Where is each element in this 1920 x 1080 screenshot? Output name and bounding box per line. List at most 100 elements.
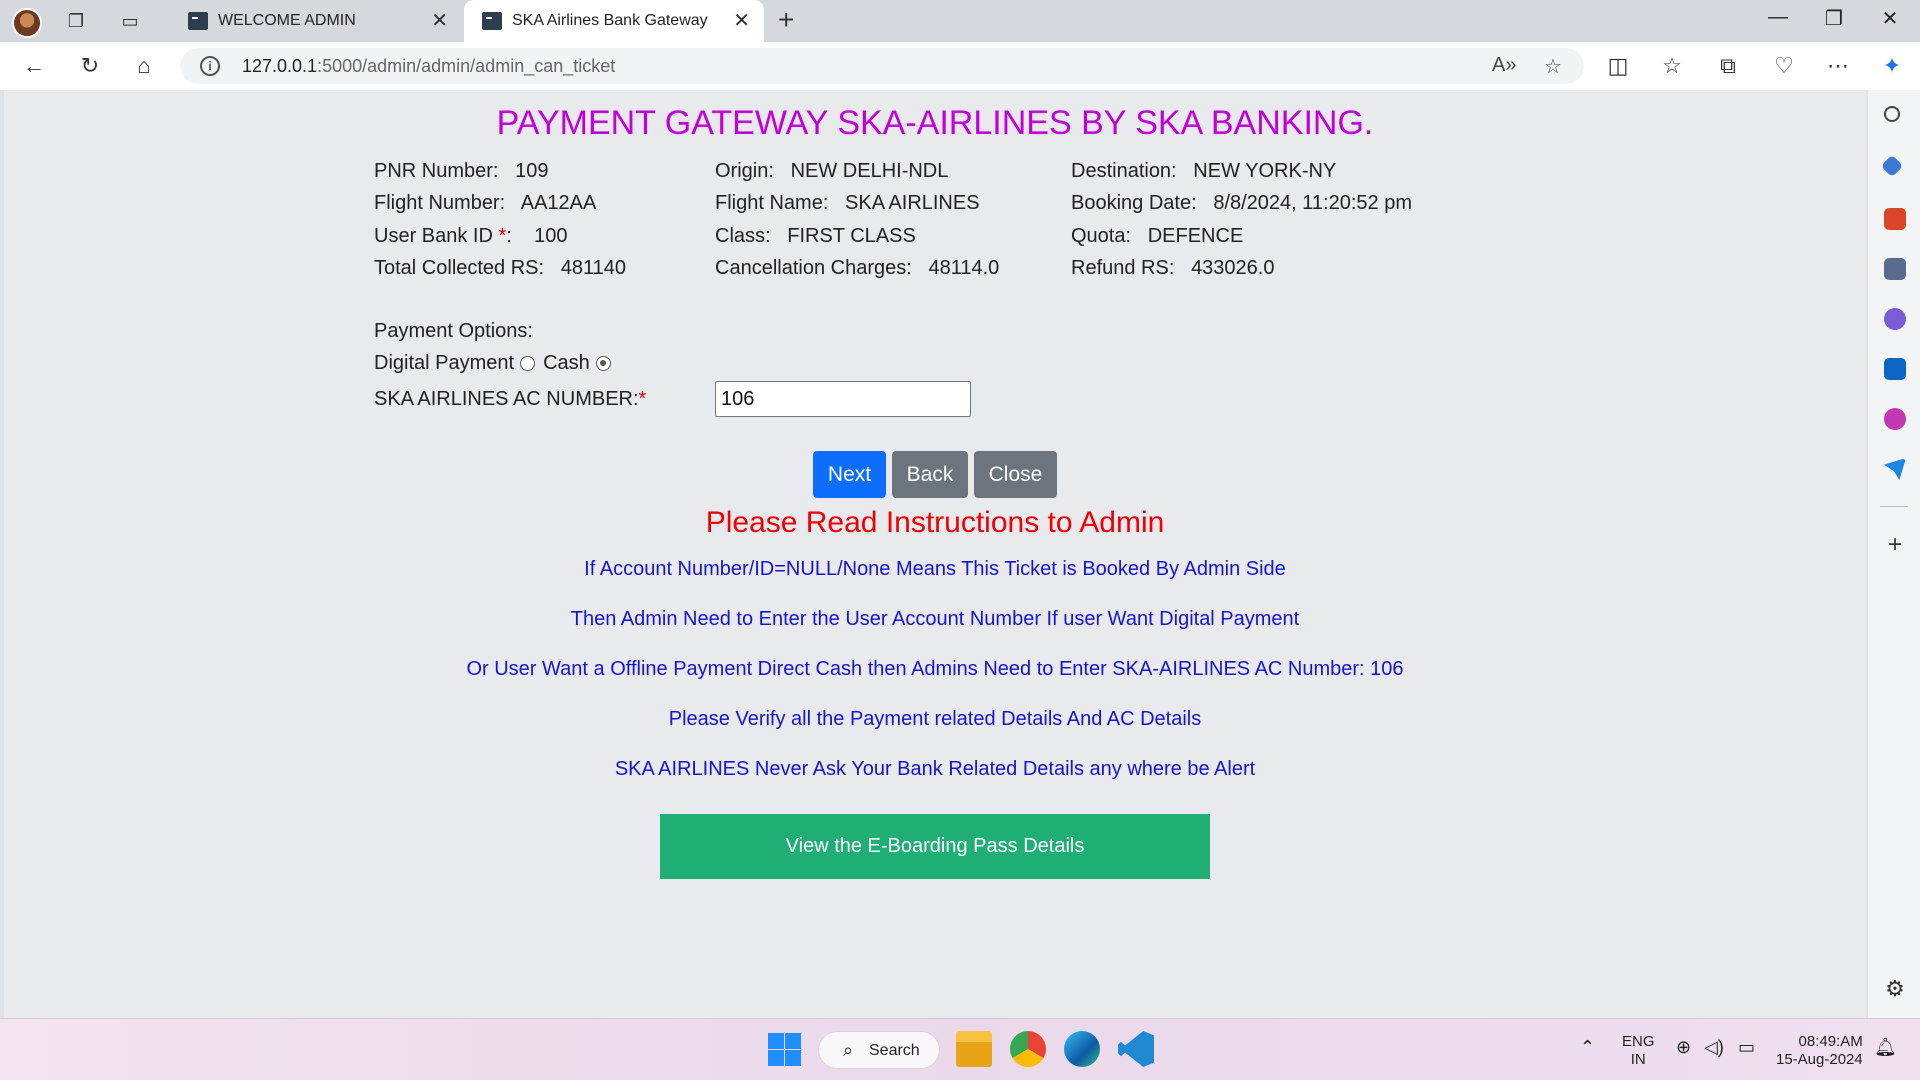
payment-options-group: Digital Payment Cash — [374, 352, 619, 375]
instruction-line: Or User Want a Offline Payment Direct Ca… — [466, 658, 1404, 680]
refund-value: 433026.0 — [1191, 257, 1275, 279]
payment-gateway-page: PAYMENT GATEWAY SKA-AIRLINES BY SKA BANK… — [4, 90, 1866, 1018]
collections-icon[interactable]: ⧉ — [1712, 50, 1744, 82]
terminal-favicon-icon — [188, 12, 208, 30]
read-aloud-icon[interactable]: A» — [1492, 54, 1516, 77]
favorites-icon[interactable]: ☆ — [1656, 50, 1688, 82]
search-icon: ⌕ — [843, 1040, 854, 1060]
instruction-line: SKA AIRLINES Never Ask Your Bank Related… — [614, 758, 1256, 780]
notification-bell-icon[interactable]: 🔔︎ — [1874, 1037, 1897, 1058]
new-tab-icon[interactable]: + — [778, 4, 794, 36]
profile-avatar[interactable] — [12, 8, 42, 38]
instruction-line: Then Admin Need to Enter the User Accoun… — [570, 608, 1300, 630]
total-collected-row: Total Collected RS: 481140 — [374, 257, 627, 279]
taskbar-search[interactable]: ⌕ Search — [818, 1031, 940, 1069]
close-tab-icon[interactable]: ✕ — [431, 0, 448, 42]
battery-icon[interactable]: ▭ — [1738, 1037, 1755, 1058]
close-tab-icon[interactable]: ✕ — [733, 0, 750, 42]
digital-payment-radio[interactable] — [520, 356, 536, 372]
origin-value: NEW DELHI-NDL — [790, 160, 949, 182]
start-windows-icon[interactable] — [766, 1031, 802, 1067]
flight-name-row: Flight Name: SKA AIRLINES — [715, 192, 980, 214]
cancellation-charges-value: 48114.0 — [928, 257, 1000, 279]
back-arrow-icon[interactable]: ← — [18, 50, 50, 82]
site-info-icon[interactable]: i — [200, 56, 220, 76]
address-bar[interactable]: i 127.0.0.1:5000/admin/admin/admin_can_t… — [180, 48, 1584, 84]
browser-tab-strip: ❐ ▭ WELCOME ADMIN ✕ SKA Airlines Bank Ga… — [0, 0, 1920, 42]
destination-row: Destination: NEW YORK-NY — [1071, 160, 1337, 182]
next-button[interactable]: Next — [813, 451, 886, 498]
edge-icon[interactable] — [1064, 1031, 1100, 1067]
tools-icon[interactable] — [1884, 208, 1906, 230]
copilot-icon[interactable]: ✦ — [1876, 50, 1908, 82]
edge-sidebar: + ⚙ — [1868, 90, 1920, 1018]
instruction-line: If Account Number/ID=NULL/None Means Thi… — [584, 558, 1286, 580]
class-row: Class: FIRST CLASS — [715, 225, 916, 247]
browser-essentials-icon[interactable]: ♡ — [1768, 50, 1800, 82]
total-collected-value: 481140 — [560, 257, 627, 279]
ac-number-label: SKA AIRLINES AC NUMBER:* — [374, 388, 647, 410]
instructions-title: Please Read Instructions to Admin — [705, 506, 1165, 539]
add-sidebar-icon[interactable]: + — [1884, 533, 1906, 557]
digital-payment-label: Digital Payment — [374, 352, 515, 374]
refresh-icon[interactable]: ↻ — [74, 50, 106, 82]
back-button[interactable]: Back — [892, 451, 968, 498]
terminal-favicon-icon — [482, 12, 502, 30]
microsoft-365-icon[interactable] — [1884, 308, 1906, 330]
send-icon[interactable] — [1884, 458, 1906, 480]
pnr-row: PNR Number: 109 — [374, 160, 549, 182]
close-button[interactable]: Close — [974, 451, 1057, 498]
ac-number-input[interactable] — [715, 381, 971, 417]
settings-gear-icon[interactable]: ⚙ — [1884, 978, 1906, 1000]
clock[interactable]: 08:49:AM 15-Aug-2024 — [1776, 1033, 1863, 1069]
tab-welcome-admin[interactable]: WELCOME ADMIN ✕ — [170, 0, 462, 42]
flight-name-value: SKA AIRLINES — [845, 192, 980, 214]
view-eboarding-pass-button[interactable]: View the E-Boarding Pass Details — [660, 814, 1210, 879]
show-hidden-icons-icon[interactable]: ⌃ — [1580, 1037, 1595, 1058]
tab-actions-icon[interactable]: ▭ — [118, 10, 142, 32]
destination-value: NEW YORK-NY — [1193, 160, 1337, 182]
refund-row: Refund RS: 433026.0 — [1071, 257, 1275, 279]
booking-date-value: 8/8/2024, 11:20:52 pm — [1213, 192, 1412, 214]
games-icon[interactable] — [1884, 258, 1906, 280]
tab-title: WELCOME ADMIN — [218, 12, 356, 29]
favorite-star-icon[interactable]: ☆ — [1544, 54, 1562, 79]
quota-row: Quota: DEFENCE — [1071, 225, 1244, 247]
file-explorer-icon[interactable] — [956, 1031, 992, 1067]
user-bank-id-row: User Bank ID *: 100 — [374, 225, 568, 247]
cancellation-charges-row: Cancellation Charges: 48114.0 — [715, 257, 1000, 279]
url-text[interactable]: 127.0.0.1:5000/admin/admin/admin_can_tic… — [242, 56, 615, 77]
class-value: FIRST CLASS — [787, 225, 916, 247]
shopping-tag-icon[interactable] — [1880, 154, 1904, 178]
tab-ska-gateway[interactable]: SKA Airlines Bank Gateway ✕ — [464, 0, 764, 42]
payment-options-label: Payment Options: — [374, 320, 533, 342]
instruction-line: Please Verify all the Payment related De… — [668, 708, 1202, 730]
flight-number-value: AA12AA — [520, 192, 597, 214]
designer-icon[interactable] — [1884, 408, 1906, 430]
search-icon[interactable] — [1884, 106, 1900, 122]
browser-toolbar: ← ↻ ⌂ i 127.0.0.1:5000/admin/admin/admin… — [0, 42, 1920, 90]
origin-row: Origin: NEW DELHI-NDL — [715, 160, 949, 182]
user-bank-id-value: 100 — [534, 225, 568, 247]
outlook-icon[interactable] — [1884, 358, 1906, 380]
vscode-icon[interactable] — [1118, 1031, 1154, 1067]
windows-taskbar: ⌕ Search ⌃ ENG IN ⊕ ◁) ▭ 08:49:AM 15-Aug-2… — [0, 1018, 1920, 1080]
cash-label: Cash — [543, 352, 590, 374]
volume-icon[interactable]: ◁) — [1704, 1037, 1724, 1058]
sidebar-divider — [1880, 506, 1908, 507]
page-title: PAYMENT GATEWAY SKA-AIRLINES BY SKA BANK… — [496, 104, 1374, 142]
split-screen-icon[interactable]: ◫ — [1602, 50, 1634, 82]
cash-radio[interactable] — [595, 356, 611, 372]
minimize-icon[interactable]: — — [1758, 6, 1798, 29]
flight-number-row: Flight Number: AA12AA — [374, 192, 597, 214]
close-window-icon[interactable]: ✕ — [1870, 6, 1910, 31]
tab-title: SKA Airlines Bank Gateway — [512, 12, 708, 29]
restore-icon[interactable]: ❐ — [1814, 6, 1854, 31]
network-globe-icon[interactable]: ⊕ — [1676, 1037, 1691, 1058]
more-options-icon[interactable]: ⋯ — [1822, 50, 1854, 82]
home-icon[interactable]: ⌂ — [128, 50, 160, 82]
workspaces-icon[interactable]: ❐ — [64, 10, 88, 32]
booking-date-row: Booking Date: 8/8/2024, 11:20:52 pm — [1071, 192, 1412, 214]
chrome-icon[interactable] — [1010, 1031, 1046, 1067]
language-indicator[interactable]: ENG IN — [1622, 1033, 1655, 1069]
